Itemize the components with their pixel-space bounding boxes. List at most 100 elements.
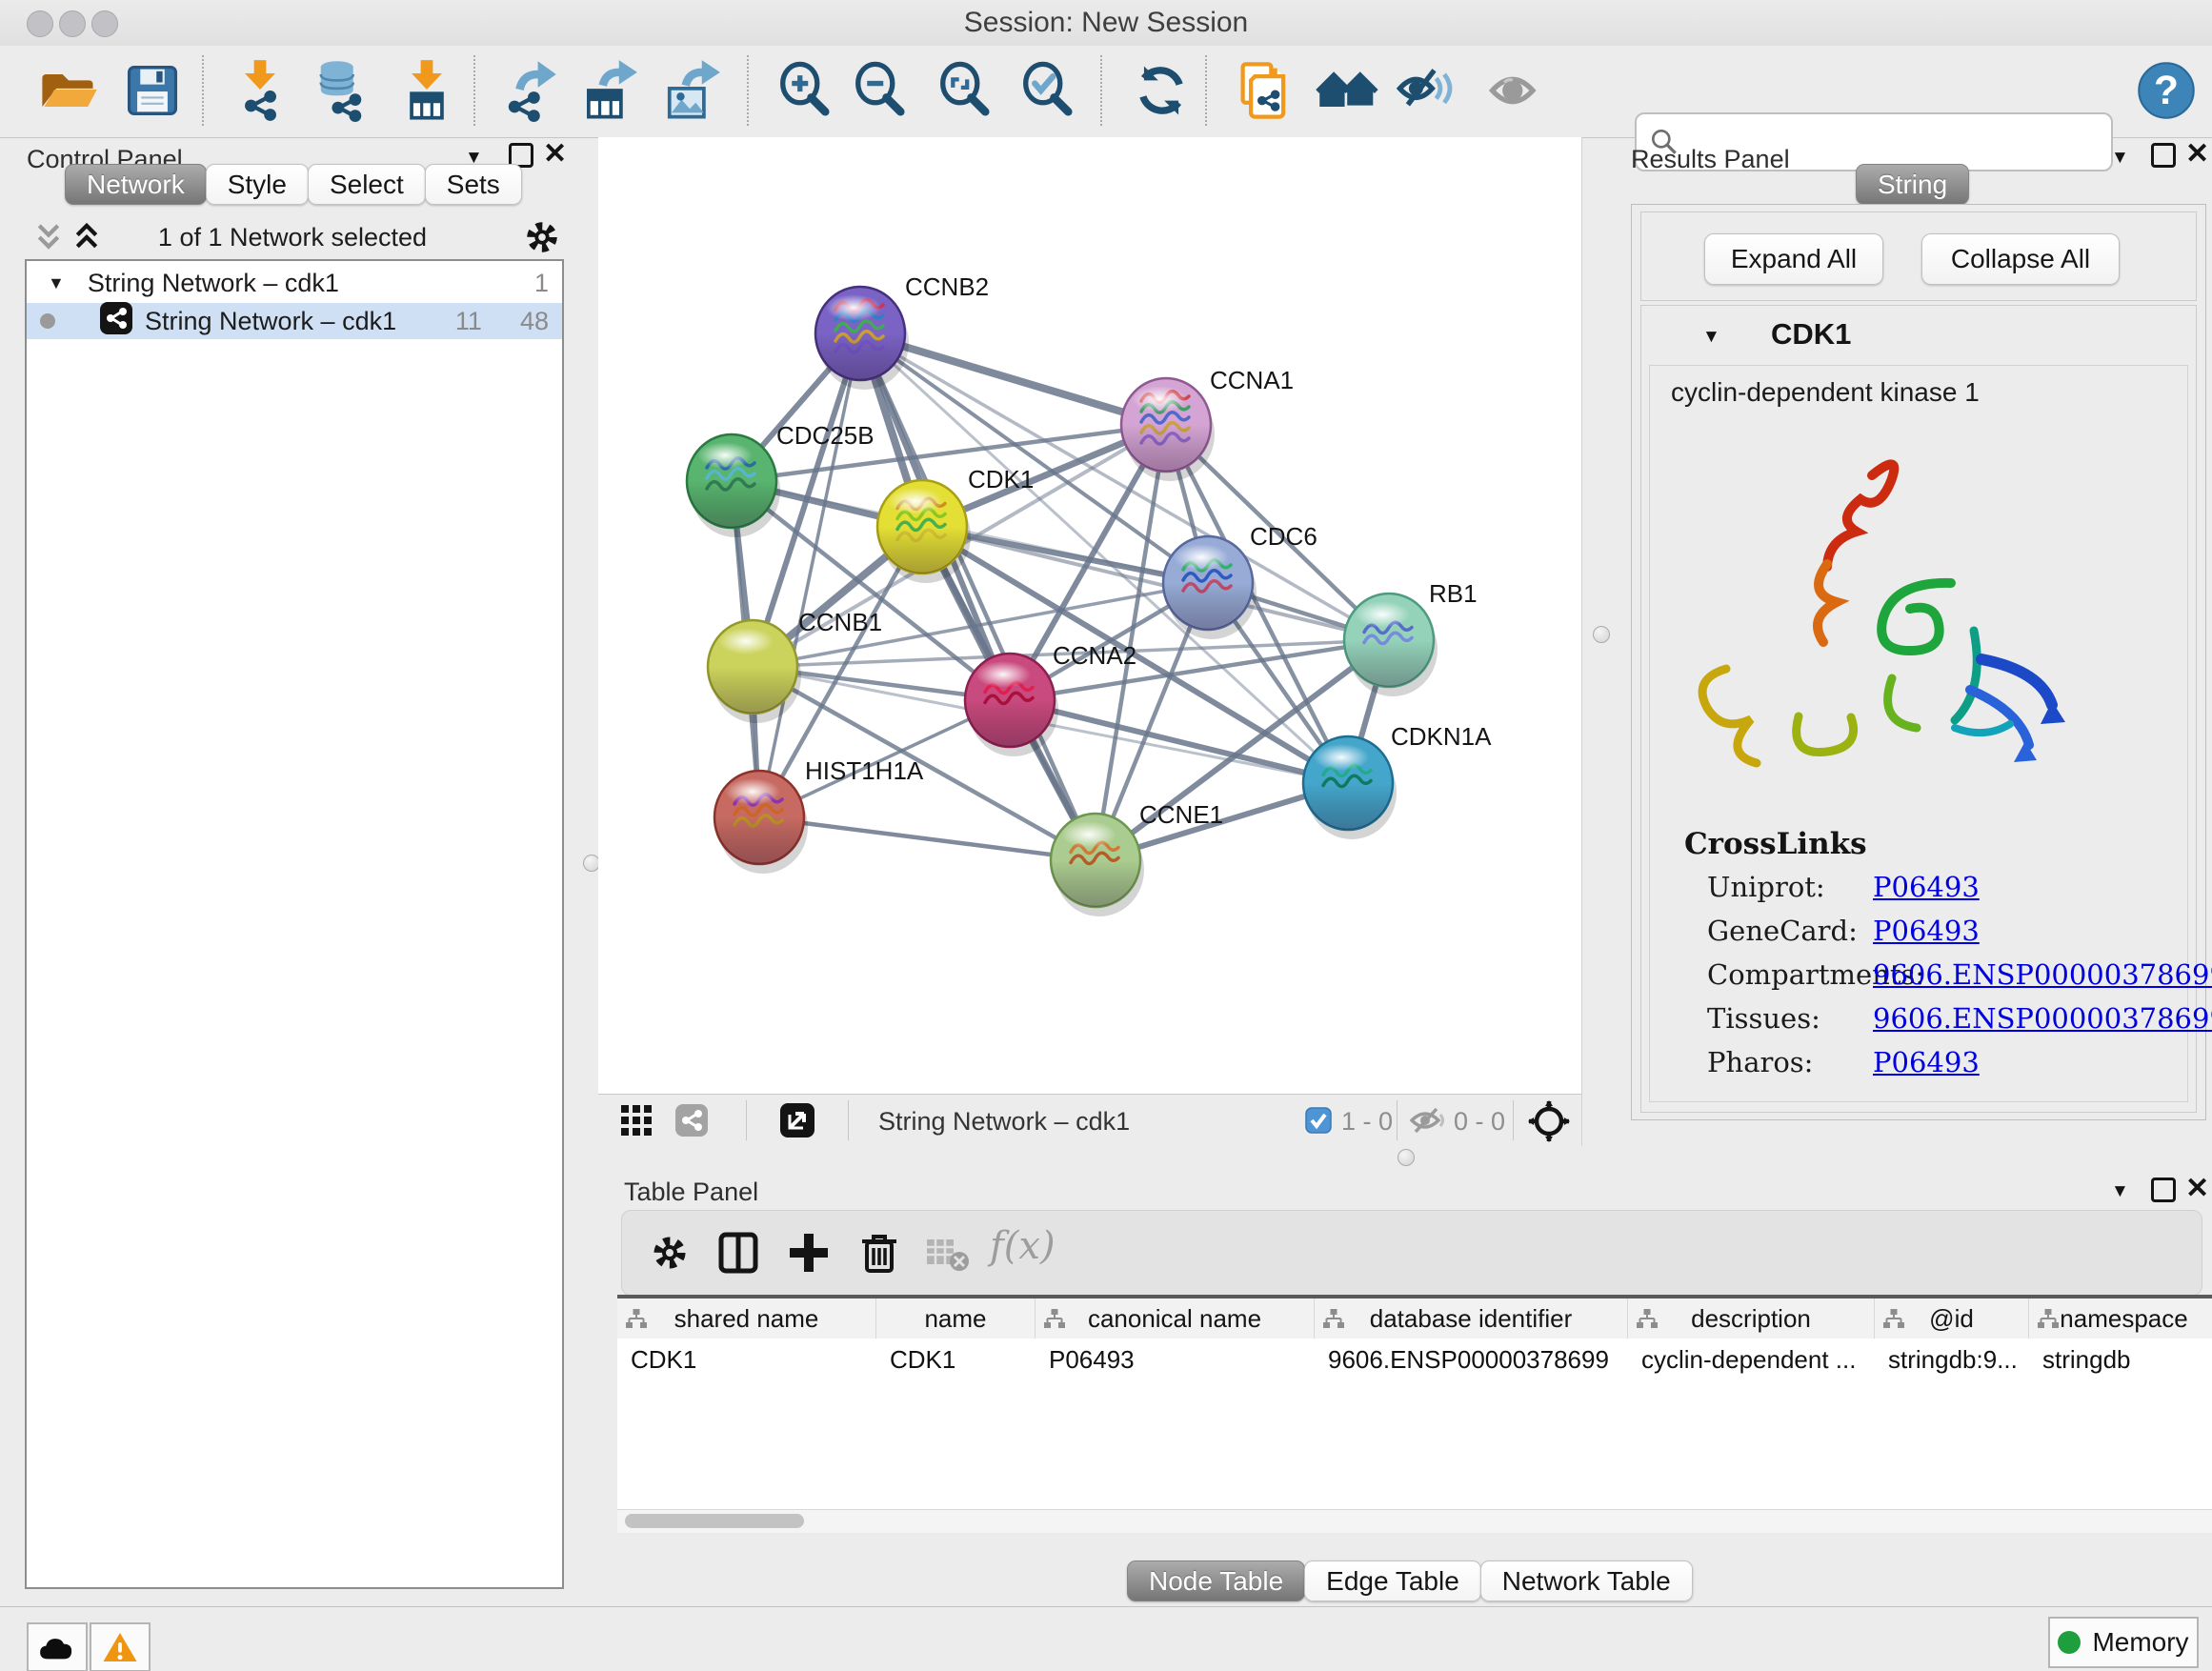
results-panel-float-icon[interactable]: ▼ <box>2111 148 2129 169</box>
table-cell[interactable]: P06493 <box>1036 1342 1315 1377</box>
table-horizontal-scrollbar[interactable] <box>617 1509 2212 1533</box>
import-table-from-file-button[interactable] <box>394 58 459 123</box>
bottom-divider-grip[interactable] <box>1398 1149 1415 1166</box>
crosslink-link[interactable]: 9606.ENSP00000378699 <box>1873 1002 2212 1035</box>
network-edge-count: 48 <box>520 307 549 336</box>
node-label-CCNB2: CCNB2 <box>905 272 989 301</box>
collapse-all-button[interactable]: Collapse All <box>1921 233 2120 285</box>
column-header-name[interactable]: name <box>876 1299 1036 1339</box>
expand-all-button[interactable]: Expand All <box>1704 233 1883 285</box>
network-collection-row[interactable]: ▼ String Network – cdk1 1 <box>27 265 562 301</box>
create-column-plus-icon[interactable] <box>786 1230 832 1280</box>
collection-expander-icon[interactable]: ▼ <box>48 273 65 293</box>
node-CCNA1[interactable] <box>1121 378 1215 481</box>
crosslink-link[interactable]: P06493 <box>1873 1046 1980 1078</box>
grid-view-icon[interactable] <box>619 1103 654 1142</box>
tab-style[interactable]: Style <box>206 164 309 205</box>
open-in-window-icon[interactable] <box>779 1102 815 1143</box>
export-table-button[interactable] <box>574 58 639 123</box>
hide-selected-button[interactable] <box>1394 58 1458 123</box>
copy-network-button[interactable] <box>1233 58 1297 123</box>
show-neighbors-button[interactable] <box>1316 58 1380 123</box>
tab-sets[interactable]: Sets <box>425 164 522 205</box>
show-columns-icon[interactable] <box>715 1230 761 1280</box>
node-RB1[interactable] <box>1344 594 1438 696</box>
node-CDK1[interactable] <box>877 480 971 583</box>
node-label-CCNE1: CCNE1 <box>1139 800 1223 829</box>
column-type-icon <box>2037 1307 2060 1330</box>
table-panel-maximize-icon[interactable] <box>2151 1178 2176 1202</box>
delete-table-icon-disabled[interactable] <box>925 1236 971 1278</box>
export-image-button[interactable] <box>657 58 722 123</box>
tab-node-table[interactable]: Node Table <box>1127 1560 1305 1601</box>
function-builder-icon-disabled[interactable]: f(x) <box>990 1224 1056 1268</box>
help-button[interactable]: ? <box>2134 58 2199 123</box>
column-header-description[interactable]: description <box>1628 1299 1875 1339</box>
scrollbar-thumb[interactable] <box>625 1514 804 1528</box>
zoom-selected-button[interactable] <box>1015 58 1079 123</box>
tab-select[interactable]: Select <box>308 164 426 205</box>
application-window: Session: New Session <box>0 0 2212 1671</box>
network-row-selected[interactable]: String Network – cdk1 11 48 <box>27 303 562 339</box>
crosslink-row: Pharos:P06493 <box>1650 1046 2187 1090</box>
cloud-button[interactable] <box>27 1622 88 1671</box>
crosslink-link[interactable]: 9606.ENSP00000378699 <box>1873 958 2212 991</box>
edge-CCNB2-HIST1H1A[interactable] <box>759 333 860 817</box>
delete-column-trash-icon[interactable] <box>856 1230 902 1280</box>
hidden-eye-icon[interactable] <box>1408 1105 1446 1140</box>
warnings-button[interactable] <box>90 1622 151 1671</box>
node-CDKN1A[interactable] <box>1303 736 1397 839</box>
save-session-button[interactable] <box>120 58 185 123</box>
export-network-button[interactable] <box>495 58 560 123</box>
column-header--id[interactable]: @id <box>1875 1299 2029 1339</box>
table-cell[interactable]: stringdb <box>2029 1342 2212 1377</box>
tab-network[interactable]: Network <box>65 164 207 205</box>
protein-section-expander-icon[interactable]: ▼ <box>1702 327 1720 348</box>
table-row[interactable]: CDK1CDK1P064939606.ENSP00000378699cyclin… <box>617 1339 2212 1380</box>
table-panel-close-icon[interactable]: ✕ <box>2185 1178 2209 1200</box>
results-panel-maximize-icon[interactable] <box>2151 143 2176 168</box>
node-CCNE1[interactable] <box>1051 814 1144 916</box>
refresh-view-button[interactable] <box>1129 58 1194 123</box>
table-body: CDK1CDK1P064939606.ENSP00000378699cyclin… <box>617 1339 2212 1509</box>
node-HIST1H1A[interactable] <box>714 771 808 874</box>
node-CDC25B[interactable] <box>687 434 780 537</box>
toolbar-separator <box>747 55 749 126</box>
edge-HIST1H1A-CCNE1[interactable] <box>759 817 1096 860</box>
selected-checkbox[interactable] <box>1305 1107 1332 1138</box>
crosslink-link[interactable]: P06493 <box>1873 871 1980 903</box>
fit-selection-crosshair-icon[interactable] <box>1528 1100 1570 1147</box>
import-network-from-database-button[interactable] <box>309 58 373 123</box>
open-session-button[interactable] <box>36 58 101 123</box>
table-cell[interactable]: 9606.ENSP00000378699 <box>1315 1342 1628 1377</box>
results-panel-close-icon[interactable]: ✕ <box>2185 143 2209 166</box>
network-options-gear-icon[interactable] <box>522 217 562 262</box>
table-cell[interactable]: CDK1 <box>617 1342 876 1377</box>
memory-button[interactable]: Memory <box>2048 1617 2199 1668</box>
tab-string[interactable]: String <box>1856 164 1969 205</box>
zoom-in-button[interactable] <box>772 58 836 123</box>
table-cell[interactable]: stringdb:9... <box>1875 1342 2029 1377</box>
network-share-icon[interactable] <box>674 1103 709 1142</box>
column-header-database-identifier[interactable]: database identifier <box>1315 1299 1628 1339</box>
network-view-canvas[interactable]: CCNB2CCNA1CDC25BCDK1CDC6RB1CCNB1CCNA2CDK… <box>598 137 1582 1094</box>
import-network-from-file-button[interactable] <box>228 58 292 123</box>
table-settings-gear-icon[interactable] <box>649 1232 691 1278</box>
column-header-canonical-name[interactable]: canonical name <box>1036 1299 1315 1339</box>
tab-edge-table[interactable]: Edge Table <box>1304 1560 1481 1601</box>
table-cell[interactable]: cyclin-dependent ... <box>1628 1342 1875 1377</box>
table-cell[interactable]: CDK1 <box>876 1342 1036 1377</box>
node-CCNB1[interactable] <box>708 620 801 723</box>
show-hidden-button[interactable] <box>1484 58 1549 123</box>
table-panel-float-icon[interactable]: ▼ <box>2111 1181 2129 1202</box>
zoom-fit-content-button[interactable] <box>932 58 996 123</box>
control-panel-close-icon[interactable]: ✕ <box>543 143 567 166</box>
column-header-shared-name[interactable]: shared name <box>617 1299 876 1339</box>
right-divider-grip[interactable] <box>1593 626 1610 643</box>
tab-network-table[interactable]: Network Table <box>1480 1560 1693 1601</box>
zoom-out-button[interactable] <box>847 58 912 123</box>
column-header-namespace[interactable]: namespace <box>2029 1299 2212 1339</box>
node-CCNA2[interactable] <box>965 654 1058 756</box>
node-CCNB2[interactable] <box>815 287 909 390</box>
crosslink-link[interactable]: P06493 <box>1873 915 1980 947</box>
